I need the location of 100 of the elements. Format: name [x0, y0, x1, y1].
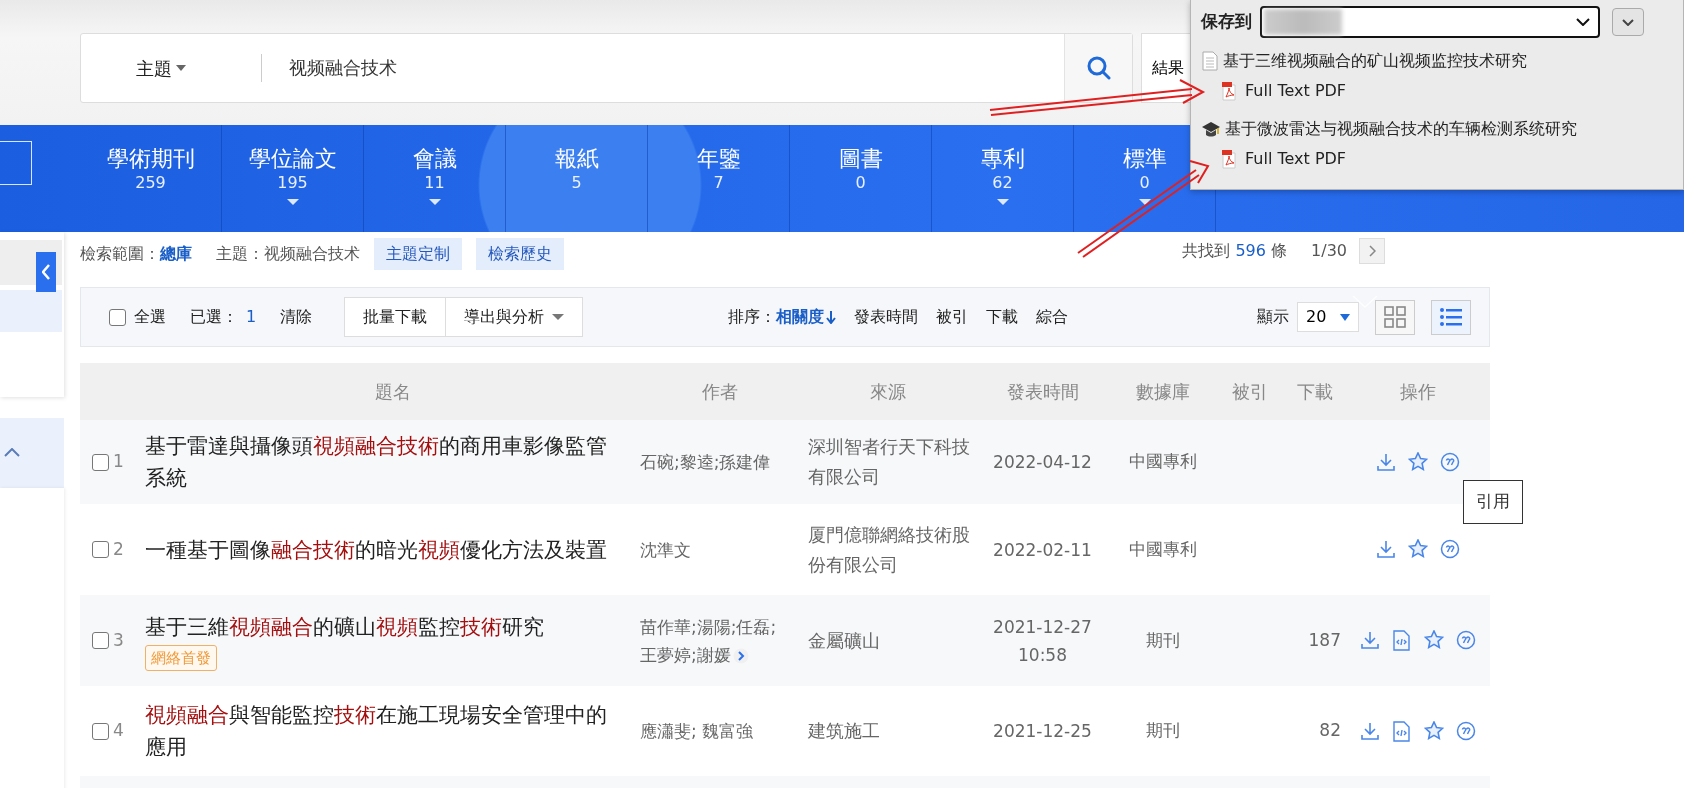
authors[interactable]: 苗作華;湯陽;任磊;王夢婷;謝媛 [640, 612, 790, 669]
caret-icon [1138, 199, 1151, 205]
source-link[interactable]: 建筑施工 [808, 716, 973, 746]
page-indicator: 1/30 [1311, 240, 1347, 262]
database-name: 期刊 [1145, 629, 1180, 650]
sort-label: 排序： [728, 306, 777, 328]
category-tab[interactable]: 學位論文 195 [222, 125, 364, 232]
download-icon[interactable] [1375, 539, 1396, 560]
article-title[interactable]: 一種基于圖像融合技術的暗光視頻優化方法及裝置 [145, 533, 617, 566]
publish-date: 2022-02-11 [992, 538, 1093, 562]
expand-icon[interactable] [732, 647, 749, 664]
download-icon[interactable] [1359, 720, 1380, 742]
quote-icon[interactable] [1455, 630, 1476, 651]
folder-select[interactable] [1260, 6, 1600, 38]
row-number: 1 [113, 450, 124, 474]
select-all-label: 全選 [134, 306, 166, 328]
topic-button[interactable]: 主題定制 [374, 238, 462, 270]
caret-icon [428, 199, 441, 205]
chevron-left-icon [41, 264, 51, 280]
favorite-icon[interactable] [1407, 451, 1428, 473]
pdf-icon [1221, 81, 1237, 101]
checkbox[interactable] [92, 632, 109, 649]
article-title[interactable]: 視頻融合與智能監控技術在施工現場安全管理中的應用 [145, 699, 617, 763]
chevron-right-icon [1368, 245, 1376, 257]
article-title[interactable]: 基于雷達與攝像頭視頻融合技術的商用車影像監管系統 [145, 430, 617, 494]
caret-icon [176, 65, 186, 71]
database-name: 中國專利 [1128, 451, 1197, 472]
selected-count: 1 [246, 306, 257, 328]
favorite-icon[interactable] [1423, 720, 1444, 742]
attachment-link[interactable]: Full Text PDF [1245, 147, 1347, 171]
checkbox[interactable] [92, 722, 109, 740]
checkbox[interactable] [109, 308, 126, 326]
quote-icon[interactable] [1439, 539, 1460, 560]
checkbox[interactable] [92, 453, 109, 471]
favorite-icon[interactable] [1423, 630, 1444, 651]
category-tab[interactable]: 年鑒 7 [648, 125, 790, 232]
authors[interactable]: 石碗;黎逵;孫建偉 [640, 448, 790, 476]
html-document-icon[interactable] [1391, 720, 1412, 742]
category-tab[interactable]: 會議 11 [364, 125, 506, 232]
saved-item-title[interactable]: 基于微波雷达与视频融合技术的车辆检测系统研究 [1225, 117, 1577, 141]
sort-option[interactable]: 發表時間 [845, 305, 928, 329]
list-view-button[interactable] [1431, 299, 1471, 335]
chevron-down-icon [1622, 18, 1634, 26]
list-icon [1440, 307, 1462, 327]
sort-option[interactable]: 被引 [927, 305, 978, 329]
column-header: 下載 [1297, 381, 1333, 402]
article-title[interactable]: 基于三維視頻融合的礦山視頻監控技術研究 [145, 610, 617, 643]
chevron-up-icon [4, 448, 20, 457]
batch-button[interactable]: 批量下載 [344, 297, 447, 337]
download-icon[interactable] [1375, 451, 1396, 473]
search-button[interactable] [1064, 34, 1132, 102]
chevron-down-icon [1576, 18, 1590, 26]
search-input[interactable]: 视频融合技术 [261, 54, 1064, 82]
pdf-icon [1221, 149, 1237, 169]
saved-item-title[interactable]: 基于三维视频融合的矿山视频监控技术研究 [1223, 49, 1527, 73]
publish-date: 2022-04-12 [992, 451, 1093, 474]
column-header: 發表時間 [1006, 381, 1079, 402]
source-link[interactable]: 厦門億聯網絡技術股份有限公司 [808, 519, 973, 580]
database-name: 期刊 [1145, 720, 1180, 741]
topic-button[interactable]: 檢索歷史 [476, 238, 564, 270]
source-link[interactable]: 金屬礦山 [808, 625, 973, 656]
dropdown-button[interactable] [1612, 8, 1644, 36]
authors[interactable]: 應瀟斐; 魏富強 [640, 717, 790, 745]
authors[interactable]: 沈準文 [640, 535, 790, 564]
dropdown-button[interactable]: 導出與分析 [446, 297, 584, 337]
search-type-dropdown[interactable]: 主題 [81, 54, 261, 82]
database-name: 中國專利 [1128, 538, 1197, 559]
clear-link[interactable]: 清除 [280, 305, 313, 329]
grid-view-button[interactable] [1375, 299, 1415, 335]
category-tab[interactable]: 學術期刊 259 [80, 125, 222, 232]
sort-option[interactable]: 相關度 [776, 305, 846, 329]
sort-option[interactable]: 下載 [977, 305, 1028, 329]
row-number: 2 [113, 537, 124, 561]
favorite-icon[interactable] [1407, 539, 1428, 560]
html-document-icon[interactable] [1391, 630, 1412, 651]
category-tab[interactable]: 專利 62 [932, 125, 1074, 232]
save-to-label: 保存到 [1201, 10, 1252, 34]
grid-icon [1384, 306, 1406, 328]
category-tab[interactable]: 圖書 0 [790, 125, 932, 232]
quote-icon[interactable] [1439, 451, 1460, 473]
next-page-button[interactable] [1359, 238, 1385, 264]
source-link[interactable]: 深圳智者行天下科技有限公司 [808, 432, 973, 492]
tooltip: 引用 [1463, 480, 1523, 524]
quote-icon[interactable] [1455, 720, 1476, 742]
attachment-link[interactable]: Full Text PDF [1245, 79, 1347, 103]
result-count: 共找到 596 條 [1182, 240, 1288, 262]
caret-icon [996, 199, 1009, 205]
collapse-button[interactable] [36, 252, 56, 292]
download-icon[interactable] [1359, 630, 1380, 651]
display-label: 顯示 [1257, 306, 1289, 328]
search-bar[interactable]: 主題 视频融合技术 [80, 33, 1133, 103]
document-icon [1201, 51, 1219, 71]
sort-option[interactable]: 綜合 [1027, 305, 1078, 329]
caret-icon [552, 314, 565, 320]
checkbox[interactable] [92, 541, 109, 558]
category-tab[interactable]: 報紙 5 [506, 125, 648, 232]
column-header: 作者 [702, 381, 738, 402]
sidebar-toggle[interactable] [0, 141, 32, 185]
page-size-select[interactable]: 20 [1297, 302, 1359, 332]
column-header: 操作 [1399, 381, 1436, 402]
